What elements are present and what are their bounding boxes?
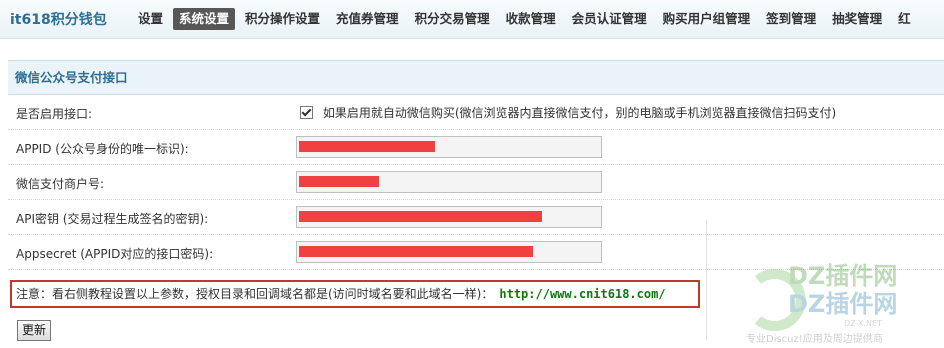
watermark-line2: DZ插件网 [788, 290, 897, 318]
redacted-value [299, 176, 379, 187]
nav-item[interactable]: 充值券管理 [330, 8, 405, 30]
nav-item[interactable]: 收款管理 [500, 8, 562, 30]
watermark-line1: DZ插件网 [788, 262, 897, 290]
divider [706, 220, 707, 340]
nav-item[interactable]: 红 [892, 8, 917, 30]
redacted-value [299, 141, 435, 152]
watermark-tagline: 专业Discuz!应用及周边提供商 [746, 332, 883, 345]
setting-row: 微信支付商户号: [8, 165, 944, 200]
redacted-value [299, 246, 533, 257]
setting-label: Appsecret (APPID对应的接口密码): [16, 247, 214, 261]
setting-label: 微信支付商户号: [16, 177, 105, 191]
nav-item[interactable]: 积分交易管理 [409, 8, 496, 30]
callback-domain-notice: 注意：看右侧教程设置以上参数，授权目录和回调域名都是(访问时域名要和此域名一样)… [10, 280, 700, 308]
setting-input[interactable] [296, 206, 602, 228]
main-nav: 设置 系统设置 积分操作设置 充值券管理 积分交易管理 收款管理 会员认证管理 购买用户组管理… [132, 8, 921, 30]
watermark-mark: DZ-X.NET [844, 319, 882, 328]
setting-row: API密钥 (交易过程生成签名的密钥): [8, 200, 944, 235]
nav-item[interactable]: 购买用户组管理 [657, 8, 757, 30]
enable-interface-row: 是否启用接口: 如果启用就自动微信购买(微信浏览器内直接微信支付，别的电脑或手机… [8, 95, 944, 130]
setting-input[interactable] [296, 171, 602, 193]
panel-title: 微信公众号支付接口 [8, 60, 944, 95]
setting-row: APPID (公众号身份的唯一标识): [8, 130, 944, 165]
nav-item[interactable]: 签到管理 [760, 8, 822, 30]
setting-label: APPID (公众号身份的唯一标识): [16, 142, 189, 156]
nav-item[interactable]: 抽奖管理 [826, 8, 888, 30]
site-watermark: DZ插件网 DZ插件网 DZ-X.NET 专业Discuz!应用及周边提供商 [746, 262, 897, 345]
nav-item[interactable]: 积分操作设置 [239, 8, 326, 30]
setting-label: API密钥 (交易过程生成签名的密钥): [16, 212, 209, 226]
setting-input[interactable] [296, 241, 602, 263]
setting-input[interactable] [296, 136, 602, 158]
enable-interface-checkbox[interactable] [300, 106, 313, 119]
enable-interface-option[interactable]: 如果启用就自动微信购买(微信浏览器内直接微信支付，别的电脑或手机浏览器直接微信扫… [300, 104, 836, 121]
app-brand: it618积分钱包 [10, 12, 107, 28]
enable-interface-description: 如果启用就自动微信购买(微信浏览器内直接微信支付，别的电脑或手机浏览器直接微信扫… [322, 106, 837, 120]
nav-item[interactable]: 设置 [132, 8, 169, 30]
redacted-value [299, 211, 542, 222]
top-navigation-bar: it618积分钱包 设置 系统设置 积分操作设置 充值券管理 积分交易管理 收款管理 会员认… [0, 0, 944, 39]
nav-item[interactable]: 系统设置 [173, 8, 236, 30]
nav-item[interactable]: 会员认证管理 [566, 8, 653, 30]
notice-text: 注意：看右侧教程设置以上参数，授权目录和回调域名都是(访问时域名要和此域名一样)… [16, 287, 494, 301]
notice-url[interactable]: http://www.cnit618.com/ [499, 287, 665, 301]
enable-interface-label: 是否启用接口: [16, 107, 93, 121]
update-button[interactable]: 更新 [17, 320, 52, 341]
